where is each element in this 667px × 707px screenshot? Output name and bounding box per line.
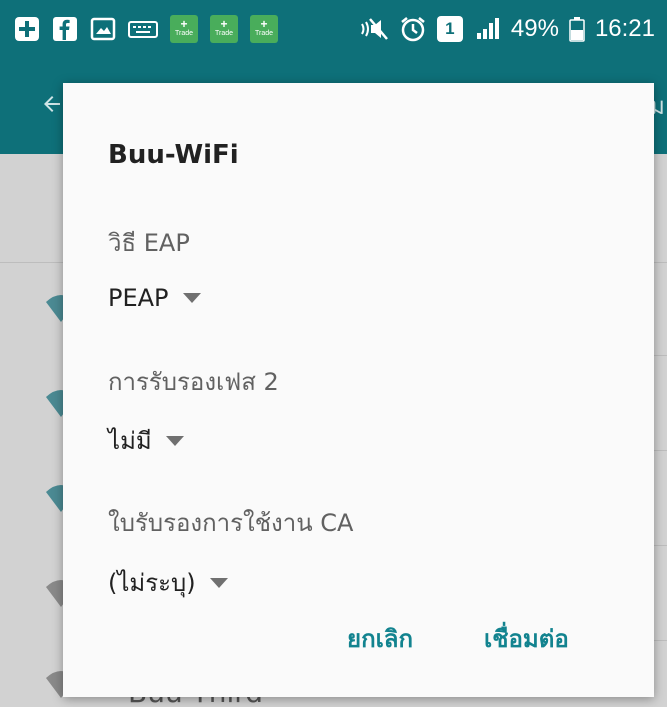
eap-method-value: PEAP xyxy=(108,284,169,312)
trade-app-icon: + Trade xyxy=(250,15,278,43)
sim-1-icon: 1 xyxy=(436,16,463,42)
status-bar: + Trade + Trade + Trade 1 49% 16:21 xyxy=(0,0,667,58)
signal-icon xyxy=(473,17,501,41)
ca-certificate-label: ใบรับรองการใช้งาน CA xyxy=(108,509,354,537)
dropdown-arrow-icon xyxy=(182,293,201,303)
connect-button[interactable]: เชื่อมต่อ xyxy=(484,619,569,658)
battery-percent: 49% xyxy=(510,15,559,42)
plus-square-icon xyxy=(14,16,40,42)
dialog-title: Buu-WiFi xyxy=(108,140,239,170)
phase2-auth-label: การรับรองเฟส 2 xyxy=(108,368,279,396)
mute-icon xyxy=(359,16,389,42)
ca-certificate-value: (ไม่ระบุ) xyxy=(108,569,196,597)
phase2-auth-value: ไม่มี xyxy=(108,427,152,455)
clock: 16:21 xyxy=(594,15,655,42)
cancel-button[interactable]: ยกเลิก xyxy=(347,619,413,658)
trade-app-icon: + Trade xyxy=(170,15,198,43)
alarm-icon xyxy=(399,15,427,43)
wifi-connect-dialog: Buu-WiFi วิธี EAP PEAP การรับรองเฟส 2 ไม… xyxy=(63,83,654,697)
phase2-auth-select[interactable]: ไม่มี xyxy=(108,421,184,460)
battery-icon xyxy=(569,16,585,42)
dropdown-arrow-icon xyxy=(165,435,184,446)
eap-method-label: วิธี EAP xyxy=(108,229,190,257)
trade-app-icon: + Trade xyxy=(210,15,238,43)
back-arrow-icon[interactable] xyxy=(40,92,64,120)
image-icon xyxy=(90,16,116,42)
eap-method-select[interactable]: PEAP xyxy=(108,284,201,312)
facebook-icon xyxy=(52,16,78,42)
ca-certificate-select[interactable]: (ไม่ระบุ) xyxy=(108,563,228,602)
dropdown-arrow-icon xyxy=(209,577,228,588)
keyboard-icon xyxy=(128,18,158,40)
